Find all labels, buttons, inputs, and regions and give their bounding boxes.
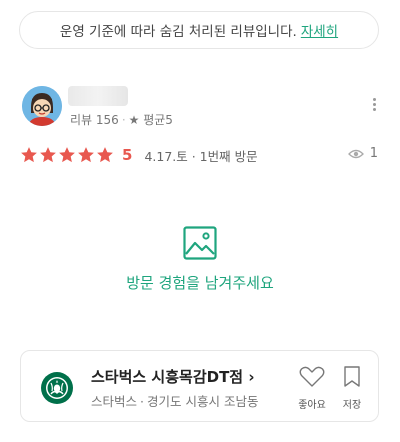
star-icon [21,147,37,163]
place-card[interactable]: 스타벅스 시흥목감DT점 › 스타벅스 · 경기도 시흥시 조남동 좋아요 저장 [20,350,379,422]
empty-photo-area: 방문 경험을 남겨주세요 [0,226,400,293]
place-brand: 스타벅스 [91,394,138,409]
star-icon [40,147,56,163]
place-subtitle: 스타벅스 · 경기도 시흥시 조남동 [91,394,259,409]
notice-text: 운영 기준에 따라 숨김 처리된 리뷰입니다. [59,24,297,40]
bookmark-icon [344,366,360,387]
place-location: 경기도 시흥시 조남동 [147,394,259,409]
view-count: 1 [347,146,378,161]
star-icon [59,147,75,163]
eye-icon [347,149,364,158]
reviewer-profile: 리뷰 156 · ★ 평균5 [22,86,382,130]
like-button[interactable]: 좋아요 [297,365,327,411]
like-label: 좋아요 [298,400,326,411]
notice-details-link[interactable]: 자세히 [301,20,338,40]
rating-score: 5 [122,146,133,164]
write-experience-prompt[interactable]: 방문 경험을 남겨주세요 [0,272,400,293]
heart-outline-icon [299,366,325,387]
nickname-blurred [68,86,128,106]
star-icon [97,147,113,163]
place-name-link[interactable]: 스타벅스 시흥목감DT점 › [91,366,255,387]
star-icon [78,147,94,163]
average-rating: ★ 평균5 [128,113,173,127]
save-button[interactable]: 저장 [337,365,367,411]
reviewer-stats: 리뷰 156 · ★ 평균5 [70,113,173,127]
avatar[interactable] [22,86,62,126]
visit-date: 4.17.토 · 1번째 방문 [144,148,258,164]
cartoon-avatar-icon [22,86,62,126]
star-rating [20,146,114,164]
view-count-value: 1 [369,146,378,161]
save-label: 저장 [342,400,362,411]
starbucks-logo-icon [41,372,73,404]
image-icon[interactable] [183,226,217,260]
rating-row: 5 4.17.토 · 1번째 방문 1 [20,144,382,166]
more-vertical-icon[interactable] [366,96,382,116]
review-count: 리뷰 156 [70,113,119,127]
hidden-review-notice: 운영 기준에 따라 숨김 처리된 리뷰입니다. 자세히 [19,11,379,49]
